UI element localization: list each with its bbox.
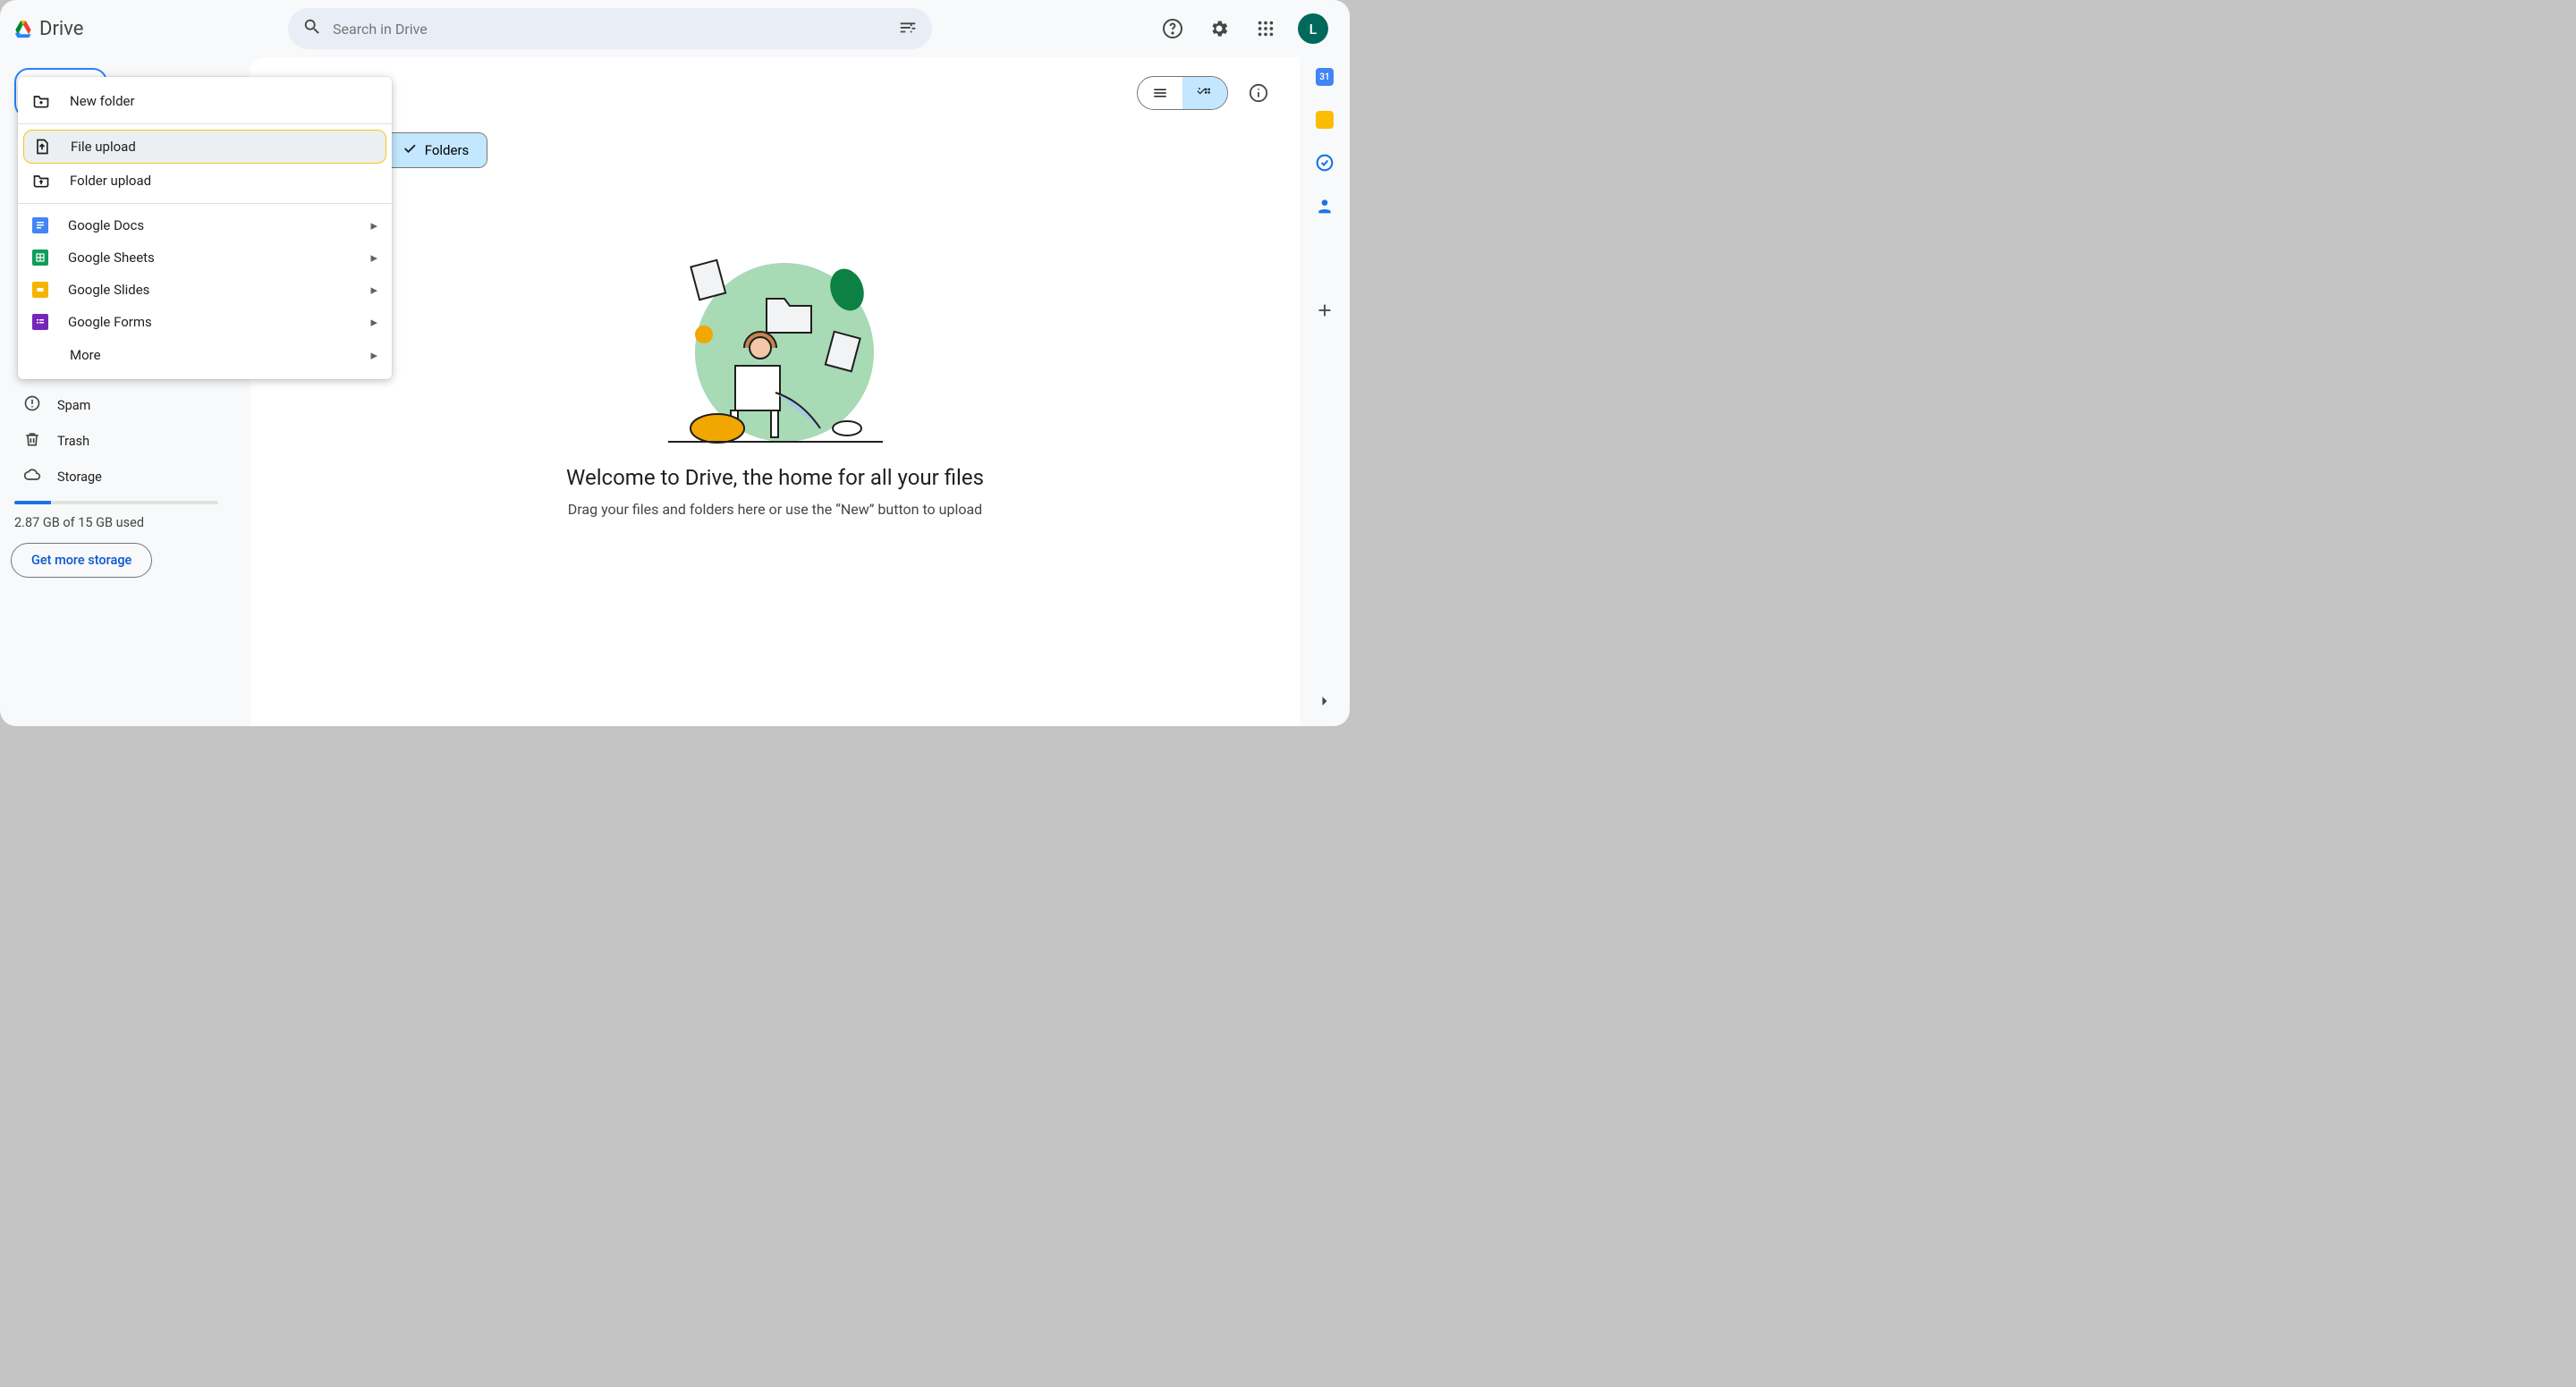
- blank-icon: [32, 346, 50, 364]
- chevron-right-icon: ▸: [370, 282, 377, 298]
- empty-state: Welcome to Drive, the home for all your …: [250, 245, 1300, 518]
- cloud-icon: [23, 466, 41, 487]
- settings-gear-icon[interactable]: [1199, 9, 1239, 48]
- storage-progress: [14, 501, 218, 504]
- empty-subtitle: Drag your files and folders here or use …: [568, 501, 982, 518]
- spam-icon: [23, 394, 41, 416]
- layout-toggle[interactable]: [1137, 76, 1228, 110]
- empty-title: Welcome to Drive, the home for all your …: [566, 465, 984, 490]
- info-icon[interactable]: [1239, 73, 1278, 113]
- storage-text: 2.87 GB of 15 GB used: [14, 515, 240, 530]
- folder-upload-icon: [32, 172, 50, 190]
- apps-grid-icon[interactable]: [1246, 9, 1285, 48]
- chevron-right-icon: ▸: [370, 314, 377, 330]
- app-title: Drive: [39, 18, 83, 40]
- search-options-icon[interactable]: [898, 17, 918, 40]
- chevron-right-icon: ▸: [370, 217, 377, 233]
- sidebar-label: Trash: [57, 434, 89, 449]
- new-folder-icon: [32, 92, 50, 110]
- drive-logo-icon: [14, 20, 32, 38]
- menu-file-upload[interactable]: File upload: [23, 130, 386, 164]
- contacts-app-icon[interactable]: [1316, 197, 1334, 215]
- sheets-icon: [32, 249, 48, 266]
- tasks-app-icon[interactable]: [1316, 154, 1334, 172]
- chevron-right-icon: ▸: [370, 347, 377, 363]
- logo-area[interactable]: Drive: [14, 18, 288, 40]
- get-more-storage-button[interactable]: Get more storage: [11, 543, 152, 578]
- add-apps-icon[interactable]: [1315, 300, 1335, 324]
- trash-icon: [23, 430, 41, 452]
- file-upload-icon: [33, 138, 51, 156]
- new-context-menu: New folder File upload Folder upload Goo…: [18, 77, 392, 379]
- sidebar-label: Storage: [57, 469, 102, 485]
- check-icon: [402, 140, 418, 160]
- empty-illustration: [668, 245, 883, 451]
- menu-google-docs[interactable]: Google Docs ▸: [18, 209, 392, 241]
- collapse-sidepanel-icon[interactable]: [1316, 692, 1334, 714]
- docs-icon: [32, 217, 48, 233]
- sidebar-label: Spam: [57, 398, 90, 413]
- help-icon[interactable]: [1153, 9, 1192, 48]
- header-actions: L: [1153, 9, 1335, 48]
- keep-app-icon[interactable]: [1316, 111, 1334, 129]
- search-input[interactable]: [333, 21, 887, 38]
- sidebar-item-storage[interactable]: Storage: [11, 460, 240, 494]
- sidebar-item-spam[interactable]: Spam: [11, 388, 240, 422]
- header: Drive L: [0, 0, 1350, 57]
- calendar-app-icon[interactable]: 31: [1316, 68, 1334, 86]
- grid-view-icon[interactable]: [1182, 77, 1227, 109]
- menu-google-sheets[interactable]: Google Sheets ▸: [18, 241, 392, 274]
- chevron-right-icon: ▸: [370, 249, 377, 266]
- menu-google-slides[interactable]: Google Slides ▸: [18, 274, 392, 306]
- menu-folder-upload[interactable]: Folder upload: [18, 164, 392, 198]
- forms-icon: [32, 314, 48, 330]
- menu-more[interactable]: More ▸: [18, 338, 392, 372]
- list-view-icon[interactable]: [1138, 77, 1182, 109]
- filter-folders[interactable]: Folders: [384, 133, 487, 167]
- sidebar-item-trash[interactable]: Trash: [11, 424, 240, 458]
- account-avatar[interactable]: L: [1298, 13, 1328, 44]
- menu-google-forms[interactable]: Google Forms ▸: [18, 306, 392, 338]
- search-bar[interactable]: [288, 8, 932, 49]
- search-icon: [302, 17, 322, 40]
- side-panel: 31: [1300, 57, 1350, 726]
- main-content: e ed Files Folders: [250, 57, 1300, 726]
- menu-new-folder[interactable]: New folder: [18, 84, 392, 118]
- slides-icon: [32, 282, 48, 298]
